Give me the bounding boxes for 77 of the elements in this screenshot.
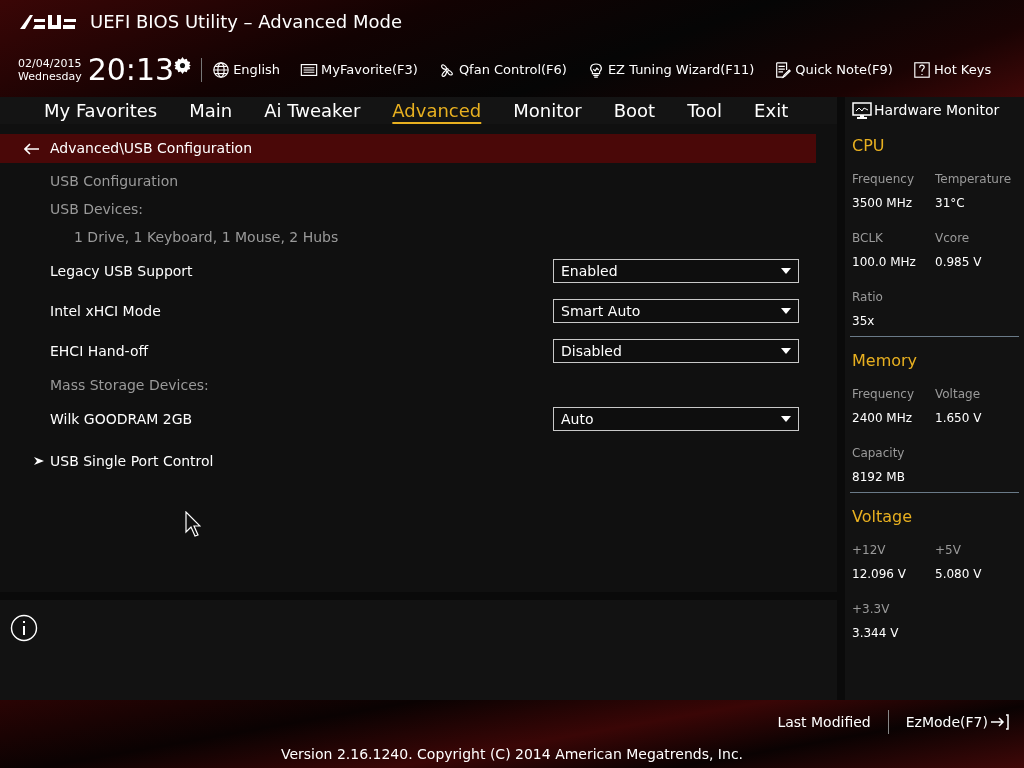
reading-label: BCLK	[852, 230, 884, 247]
breadcrumb-text: Advanced\USB Configuration	[50, 139, 252, 158]
toolbar-button[interactable]: Qfan Control(F6)	[437, 60, 567, 80]
nav-tab[interactable]: My Favorites	[28, 97, 174, 124]
section-heading: USB Configuration	[50, 171, 179, 191]
toolbar-button[interactable]: Quick Note(F9)	[774, 60, 893, 80]
copyright-text: Version 2.16.1240. Copyright (C) 2014 American Megatrends, Inc.	[280, 745, 744, 764]
setting-dropdown[interactable]: Auto	[553, 407, 799, 431]
section-heading: Mass Storage Devices:	[50, 375, 209, 395]
dropdown-arrow-icon	[781, 416, 791, 422]
reading-value: 8192 MB	[852, 469, 906, 486]
date-text: 02/04/2015	[18, 57, 82, 70]
setting-dropdown[interactable]: Smart Auto	[553, 299, 799, 323]
nav-tab[interactable]: Ai Tweaker	[248, 97, 377, 124]
reading-value: 100.0 MHz	[852, 254, 917, 271]
setting-dropdown[interactable]: Enabled	[553, 259, 799, 283]
list-icon	[300, 61, 319, 79]
nav-tab[interactable]: Advanced	[376, 97, 498, 124]
reading-label: Vcore	[935, 230, 971, 247]
reading-label: +5V	[935, 542, 962, 559]
reading-value: 3500 MHz	[852, 195, 914, 212]
settings-icon[interactable]	[174, 57, 192, 74]
submenu-link[interactable]: USB Single Port Control	[50, 450, 214, 472]
info-icon	[10, 614, 38, 642]
weekday-text: Wednesday	[18, 70, 82, 83]
toolbar-button[interactable]: English	[212, 60, 281, 80]
dropdown-arrow-icon	[781, 268, 791, 274]
reading-label: Frequency	[852, 171, 915, 188]
reading-label: +3.3V	[852, 601, 891, 618]
globe-icon	[212, 61, 231, 79]
reading-value: 5.080 V	[935, 566, 983, 583]
window-title: UEFI BIOS Utility – Advanced Mode	[90, 10, 402, 34]
reading-value: 35x	[852, 313, 876, 330]
dropdown-arrow-icon	[781, 348, 791, 354]
toolbar-button[interactable]: EZ Tuning Wizard(F11)	[586, 60, 755, 80]
back-arrow-icon[interactable]	[24, 142, 40, 155]
note-icon	[774, 61, 793, 79]
info-text: 1 Drive, 1 Keyboard, 1 Mouse, 2 Hubs	[74, 227, 339, 247]
reading-label: +12V	[852, 542, 887, 559]
panel-title: Hardware Monitor	[874, 101, 1000, 120]
ez-mode-button[interactable]: EzMode(F7)	[905, 711, 1010, 733]
submenu-arrow-icon	[34, 456, 44, 466]
exit-icon	[990, 713, 1010, 731]
section-heading: USB Devices:	[50, 199, 144, 219]
toolbar-button[interactable]: Hot Keys	[912, 60, 992, 80]
setting-label: Wilk GOODRAM 2GB	[50, 409, 193, 429]
reading-value: 3.344 V	[852, 625, 900, 642]
logo-icon	[20, 14, 78, 29]
reading-value: 0.985 V	[935, 254, 983, 271]
setting-label: Legacy USB Support	[50, 261, 193, 281]
dropdown-arrow-icon	[781, 308, 791, 314]
section-title: Voltage	[852, 506, 913, 528]
reading-value: 12.096 V	[852, 566, 907, 583]
last-modified-button[interactable]: Last Modified	[777, 711, 871, 733]
mouse-pointer-icon	[185, 511, 201, 537]
reading-value: 2400 MHz	[852, 410, 914, 427]
reading-label: Temperature	[935, 171, 1012, 188]
section-title: CPU	[852, 135, 886, 157]
reading-value: 31°C	[935, 195, 966, 212]
toolbar-button[interactable]: MyFavorite(F3)	[300, 60, 418, 80]
reading-label: Ratio	[852, 289, 884, 306]
setting-label: Intel xHCI Mode	[50, 301, 161, 321]
reading-label: Frequency	[852, 386, 915, 403]
help-icon	[912, 61, 931, 79]
reading-label: Voltage	[935, 386, 981, 403]
monitor-icon	[852, 101, 872, 120]
nav-tab[interactable]: Monitor	[497, 97, 598, 124]
reading-label: Capacity	[852, 445, 906, 462]
clock-time: 20:13	[87, 55, 175, 85]
nav-tab[interactable]: Boot	[597, 97, 672, 124]
setting-dropdown[interactable]: Disabled	[553, 339, 799, 363]
nav-tab[interactable]: Main	[173, 97, 249, 124]
nav-tab[interactable]: Tool	[671, 97, 739, 124]
section-title: Memory	[852, 350, 919, 372]
setting-label: EHCI Hand-off	[50, 341, 149, 361]
nav-tab[interactable]: Exit	[738, 97, 805, 124]
reading-value: 1.650 V	[935, 410, 983, 427]
